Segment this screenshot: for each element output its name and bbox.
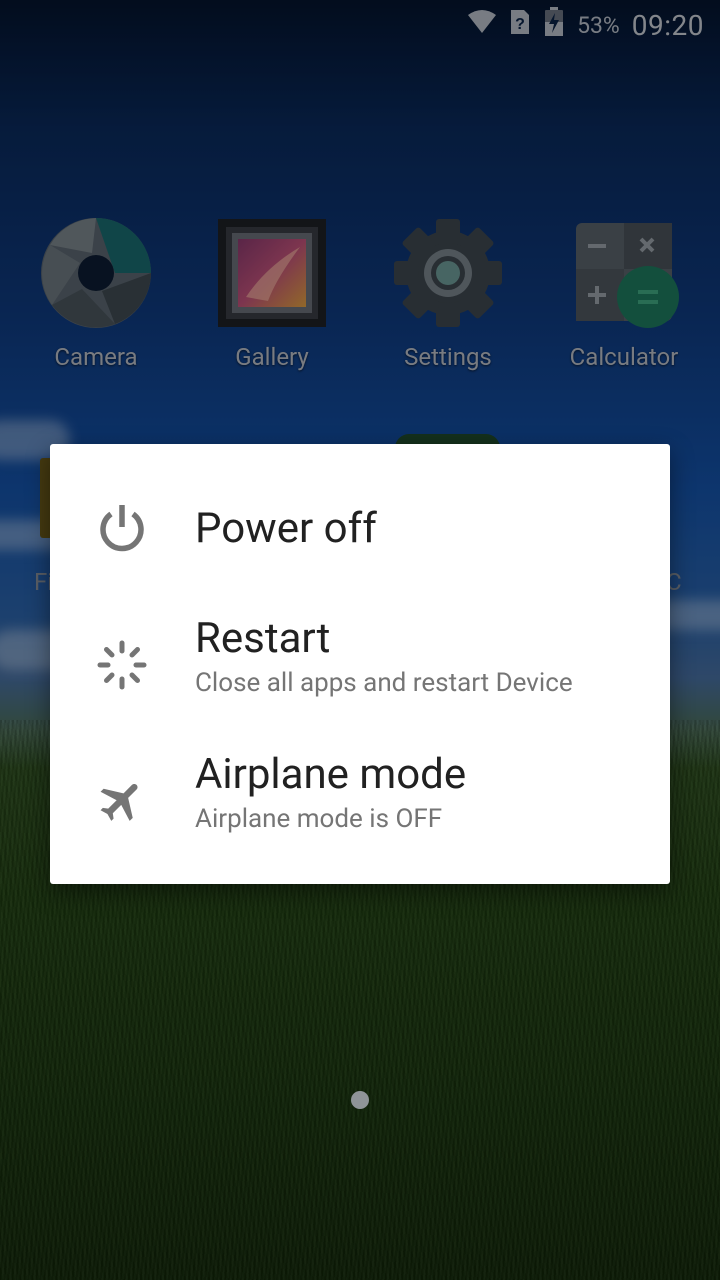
power-icon — [96, 502, 148, 554]
option-subtitle: Close all apps and restart Device — [195, 668, 573, 698]
option-title: Airplane mode — [195, 750, 467, 799]
airplane-mode-option[interactable]: Airplane mode Airplane mode is OFF — [50, 740, 670, 856]
airplane-icon — [96, 775, 148, 827]
option-title: Restart — [195, 614, 331, 663]
restart-option[interactable]: Restart Close all apps and restart Devic… — [50, 604, 670, 720]
option-title: Power off — [195, 504, 377, 553]
power-off-option[interactable]: Power off — [50, 478, 670, 578]
power-menu-dialog: Power off Restart Close all apps and res… — [50, 444, 670, 884]
page-indicator-dot — [351, 1091, 369, 1109]
restart-icon — [96, 639, 148, 691]
option-subtitle: Airplane mode is OFF — [195, 804, 443, 834]
